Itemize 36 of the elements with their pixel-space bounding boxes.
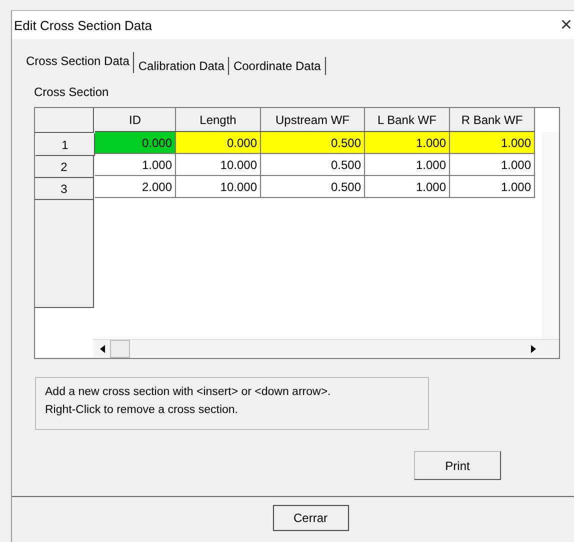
horizontal-scrollbar[interactable]	[93, 339, 559, 358]
row-header[interactable]: 2	[35, 156, 94, 178]
table-cell: 10.000	[176, 176, 261, 198]
column-header[interactable]: Upstream WF	[261, 108, 365, 132]
table-cell: 1.000	[450, 154, 535, 176]
column-header[interactable]: ID	[95, 108, 176, 132]
table-cell: 0.000	[176, 132, 261, 154]
left-arrow-icon[interactable]	[99, 344, 107, 354]
table-cell: 10.000	[176, 154, 261, 176]
table-cell: 0.000	[95, 132, 176, 154]
close-button[interactable]: ×	[558, 15, 574, 35]
hint-text: Add a new cross section with <insert> or <down arrow>.	[45, 386, 332, 398]
table-cell: 1.000	[365, 176, 450, 198]
table-cell: 1.000	[365, 154, 450, 176]
table-cell: 0.500	[261, 176, 365, 198]
print-button[interactable]: Print	[414, 451, 501, 480]
close-button[interactable]: Cerrar	[272, 505, 348, 531]
row-header[interactable]: 3	[35, 178, 94, 200]
table-cell: 1.000	[450, 176, 535, 198]
scroll-thumb[interactable]	[110, 340, 130, 358]
group-label: Cross Section	[34, 85, 110, 99]
right-arrow-icon[interactable]	[529, 344, 537, 354]
table-cell: 1.000	[450, 132, 535, 154]
table-cell: 2.000	[95, 176, 176, 198]
column-header[interactable]: Length	[176, 108, 261, 132]
table-cell: 0.500	[261, 154, 365, 176]
row-header[interactable]: 1	[35, 133, 95, 156]
table-cell: 0.500	[261, 132, 365, 154]
column-header[interactable]: R Bank WF	[450, 108, 535, 132]
table-cell: 1.000	[95, 154, 176, 176]
table-cell: 1.000	[365, 132, 450, 154]
window-title: Edit Cross Section Data	[14, 18, 152, 32]
column-header[interactable]: L Bank WF	[365, 108, 450, 132]
hint-text: Right-Click to remove a cross section.	[45, 404, 240, 416]
vertical-scrollbar[interactable]	[542, 132, 559, 340]
corner-header	[35, 108, 94, 133]
